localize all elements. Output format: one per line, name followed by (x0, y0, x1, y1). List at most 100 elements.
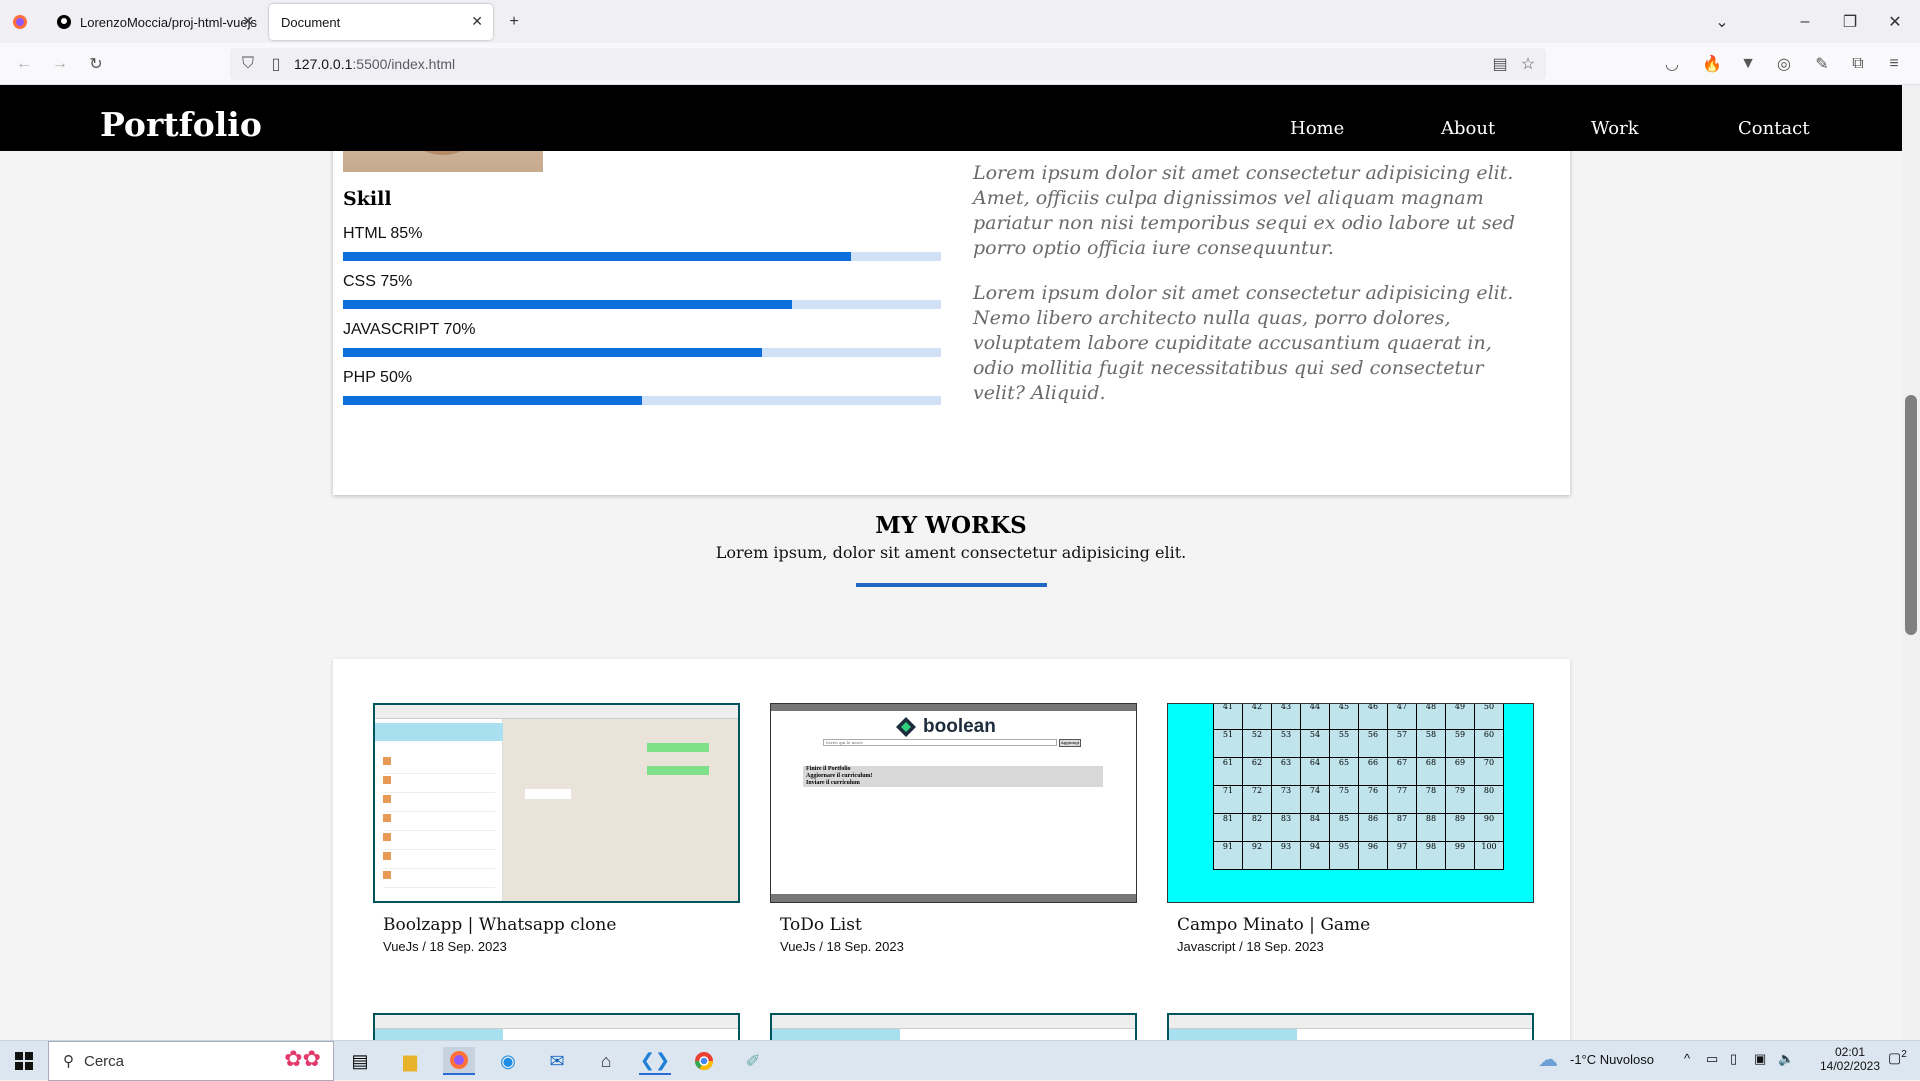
grid-cell: 90 (1474, 813, 1504, 842)
scrollbar-thumb[interactable] (1905, 395, 1917, 635)
works-divider (856, 583, 1047, 587)
forward-icon[interactable]: → (48, 52, 72, 76)
windows-start-icon[interactable] (8, 1047, 40, 1075)
grid-cell: 78 (1416, 785, 1446, 814)
skill-bar (343, 396, 941, 405)
weather-text[interactable]: -1°C Nuvoloso (1570, 1052, 1654, 1067)
task-view-icon[interactable]: ▤ (344, 1047, 376, 1075)
page-scrollbar[interactable] (1902, 85, 1920, 1040)
reload-icon[interactable]: ↻ (84, 52, 108, 76)
mail-icon[interactable]: ✉ (541, 1047, 573, 1075)
clock-date: 14/02/2023 (1819, 1059, 1881, 1073)
close-icon[interactable]: ✕ (471, 13, 483, 30)
nav-work[interactable]: Work (1591, 118, 1639, 139)
tab-github[interactable]: LorenzoMoccia/proj-html-vuejs ✕ (44, 4, 264, 40)
battery-icon[interactable]: ▯ (1730, 1051, 1737, 1067)
shield-icon[interactable]: ⛉ (236, 52, 260, 76)
grid-cell: 98 (1416, 841, 1446, 870)
grid-cell: 57 (1387, 729, 1417, 758)
works-subtitle: Lorem ipsum, dolor sit ament consectetur… (715, 543, 1187, 562)
about-paragraph: Lorem ipsum dolor sit amet consectetur a… (973, 282, 1514, 404)
boolean-logo: boolean (895, 716, 996, 738)
work-thumbnail-partial[interactable] (1167, 1013, 1534, 1040)
edge-icon[interactable]: ◉ (492, 1047, 524, 1075)
close-icon[interactable]: ✕ (242, 13, 254, 30)
todo-item: Aggiornare il curriculum! (806, 773, 873, 779)
app-icon[interactable]: ⌂ (590, 1047, 622, 1075)
grid-cell: 100 (1474, 841, 1504, 870)
nav-contact[interactable]: Contact (1738, 118, 1809, 139)
pocket-icon[interactable]: ◡ (1660, 52, 1684, 76)
grid-cell: 43 (1271, 704, 1301, 730)
firefox-taskbar-icon[interactable] (443, 1047, 475, 1075)
chevron-up-icon[interactable]: ^ (1684, 1051, 1690, 1066)
grid-cell: 73 (1271, 785, 1301, 814)
nav-home[interactable]: Home (1290, 118, 1344, 139)
work-thumbnail[interactable] (373, 703, 740, 903)
bookmark-star-icon[interactable]: ☆ (1516, 52, 1540, 76)
fire-extension-icon[interactable]: 🔥 (1700, 52, 1724, 76)
work-title: ToDo List (780, 915, 862, 935)
grid-cell: 52 (1242, 729, 1272, 758)
extensions-icon[interactable]: ⧉ (1846, 52, 1870, 76)
work-card[interactable]: boolean Scrivi qui le nuovi Aggiungi Fin… (770, 703, 1137, 954)
url-host: 127.0.0.1 (294, 56, 353, 72)
menu-icon[interactable]: ≡ (1882, 52, 1906, 76)
grid-cell: 70 (1474, 757, 1504, 786)
chrome-icon[interactable] (688, 1047, 720, 1075)
reader-view-icon[interactable]: ▤ (1488, 52, 1512, 76)
eyedropper-icon[interactable]: ✎ (1810, 52, 1834, 76)
volume-icon[interactable]: 🔈 (1778, 1051, 1794, 1067)
window-close-icon[interactable]: ✕ (1883, 10, 1907, 34)
grid-cell: 47 (1387, 704, 1417, 730)
display-icon[interactable]: ▣ (1754, 1051, 1766, 1067)
grid-cell: 75 (1329, 785, 1359, 814)
search-icon: ⚲ (63, 1053, 74, 1070)
nav-about[interactable]: About (1441, 118, 1495, 139)
skill-bar-fill (343, 396, 642, 405)
minesweeper-grid: 41 42 43 44 45 46 47 48 49 50 51 52 53 54 55 56 57 58 59 60… (1213, 704, 1504, 870)
network-icon[interactable]: ▭ (1706, 1051, 1718, 1067)
grid-cell: 60 (1474, 729, 1504, 758)
page-viewport: Portfolio Home About Work Contact Skill … (0, 85, 1902, 1040)
clock-time: 02:01 (1834, 1045, 1866, 1059)
restore-icon[interactable]: ❐ (1838, 10, 1862, 34)
boolean-logo-text: boolean (923, 716, 996, 737)
grid-cell: 62 (1242, 757, 1272, 786)
notifications-icon[interactable]: ▢2 (1888, 1049, 1907, 1067)
site-logo[interactable]: Portfolio (100, 105, 262, 144)
page-icon[interactable]: ▯ (264, 52, 288, 76)
work-card[interactable]: 41 42 43 44 45 46 47 48 49 50 51 52 53 54 55 56 57 58 59 60… (1167, 703, 1534, 954)
clock[interactable]: 02:01 14/02/2023 (1818, 1045, 1882, 1073)
paint-icon[interactable]: ✐ (737, 1047, 769, 1075)
work-thumbnail-partial[interactable] (770, 1013, 1137, 1040)
skill-bar-fill (343, 252, 852, 261)
back-icon[interactable]: ← (12, 52, 36, 76)
vue-devtools-icon[interactable]: ▼ (1736, 52, 1760, 76)
grid-cell: 79 (1445, 785, 1475, 814)
grid-row: 51 52 53 54 55 56 57 58 59 60 (1213, 729, 1504, 758)
file-explorer-icon[interactable]: ▆ (394, 1047, 426, 1075)
skill-bar-fill (343, 300, 792, 309)
work-thumbnail[interactable]: boolean Scrivi qui le nuovi Aggiungi Fin… (770, 703, 1137, 903)
grid-cell: 65 (1329, 757, 1359, 786)
taskbar-search[interactable]: ⚲ Cerca ✿✿ (48, 1041, 334, 1081)
skill-label: HTML 85% (343, 225, 423, 242)
compass-icon[interactable]: ◎ (1772, 52, 1796, 76)
work-thumbnail[interactable]: 41 42 43 44 45 46 47 48 49 50 51 52 53 54 55 56 57 58 59 60… (1167, 703, 1534, 903)
url-bar[interactable]: 127.0.0.1:5500/index.html (230, 48, 1546, 80)
weather-icon[interactable]: ☁ (1538, 1047, 1558, 1072)
work-thumbnail-partial[interactable] (373, 1013, 740, 1040)
vscode-icon[interactable]: ❮❯ (639, 1047, 671, 1075)
new-tab-icon[interactable]: + (502, 10, 526, 34)
grid-cell: 59 (1445, 729, 1475, 758)
skill-bar (343, 348, 941, 357)
work-card[interactable]: Boolzapp | Whatsapp clone VueJs / 18 Sep… (373, 703, 740, 954)
grid-cell: 61 (1213, 757, 1243, 786)
chevron-down-icon[interactable]: ⌄ (1710, 10, 1734, 34)
grid-cell: 94 (1300, 841, 1330, 870)
tab-document[interactable]: Document ✕ (269, 4, 493, 40)
minimize-icon[interactable]: – (1793, 10, 1817, 34)
firefox-icon[interactable] (8, 10, 32, 34)
grid-cell: 97 (1387, 841, 1417, 870)
